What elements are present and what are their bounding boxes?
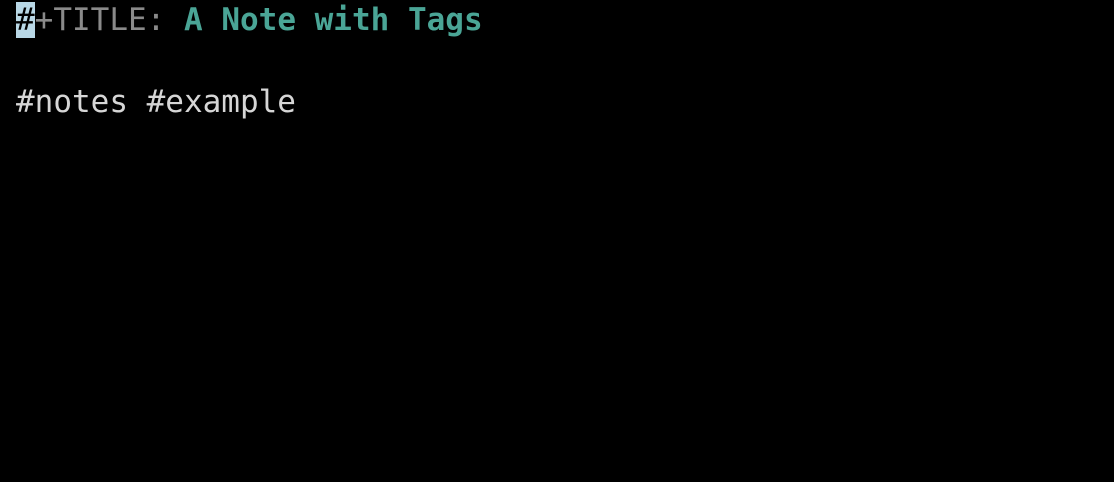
title-line[interactable]: #+TITLE: A Note with Tags [16,0,483,41]
title-keyword: +TITLE: [34,2,166,38]
text-cursor: # [16,2,35,38]
text-editor-buffer[interactable]: #+TITLE: A Note with Tags #notes #exampl… [0,0,1114,482]
tags-line[interactable]: #notes #example [16,82,296,123]
title-separator [165,2,184,38]
document-title: A Note with Tags [184,2,483,38]
